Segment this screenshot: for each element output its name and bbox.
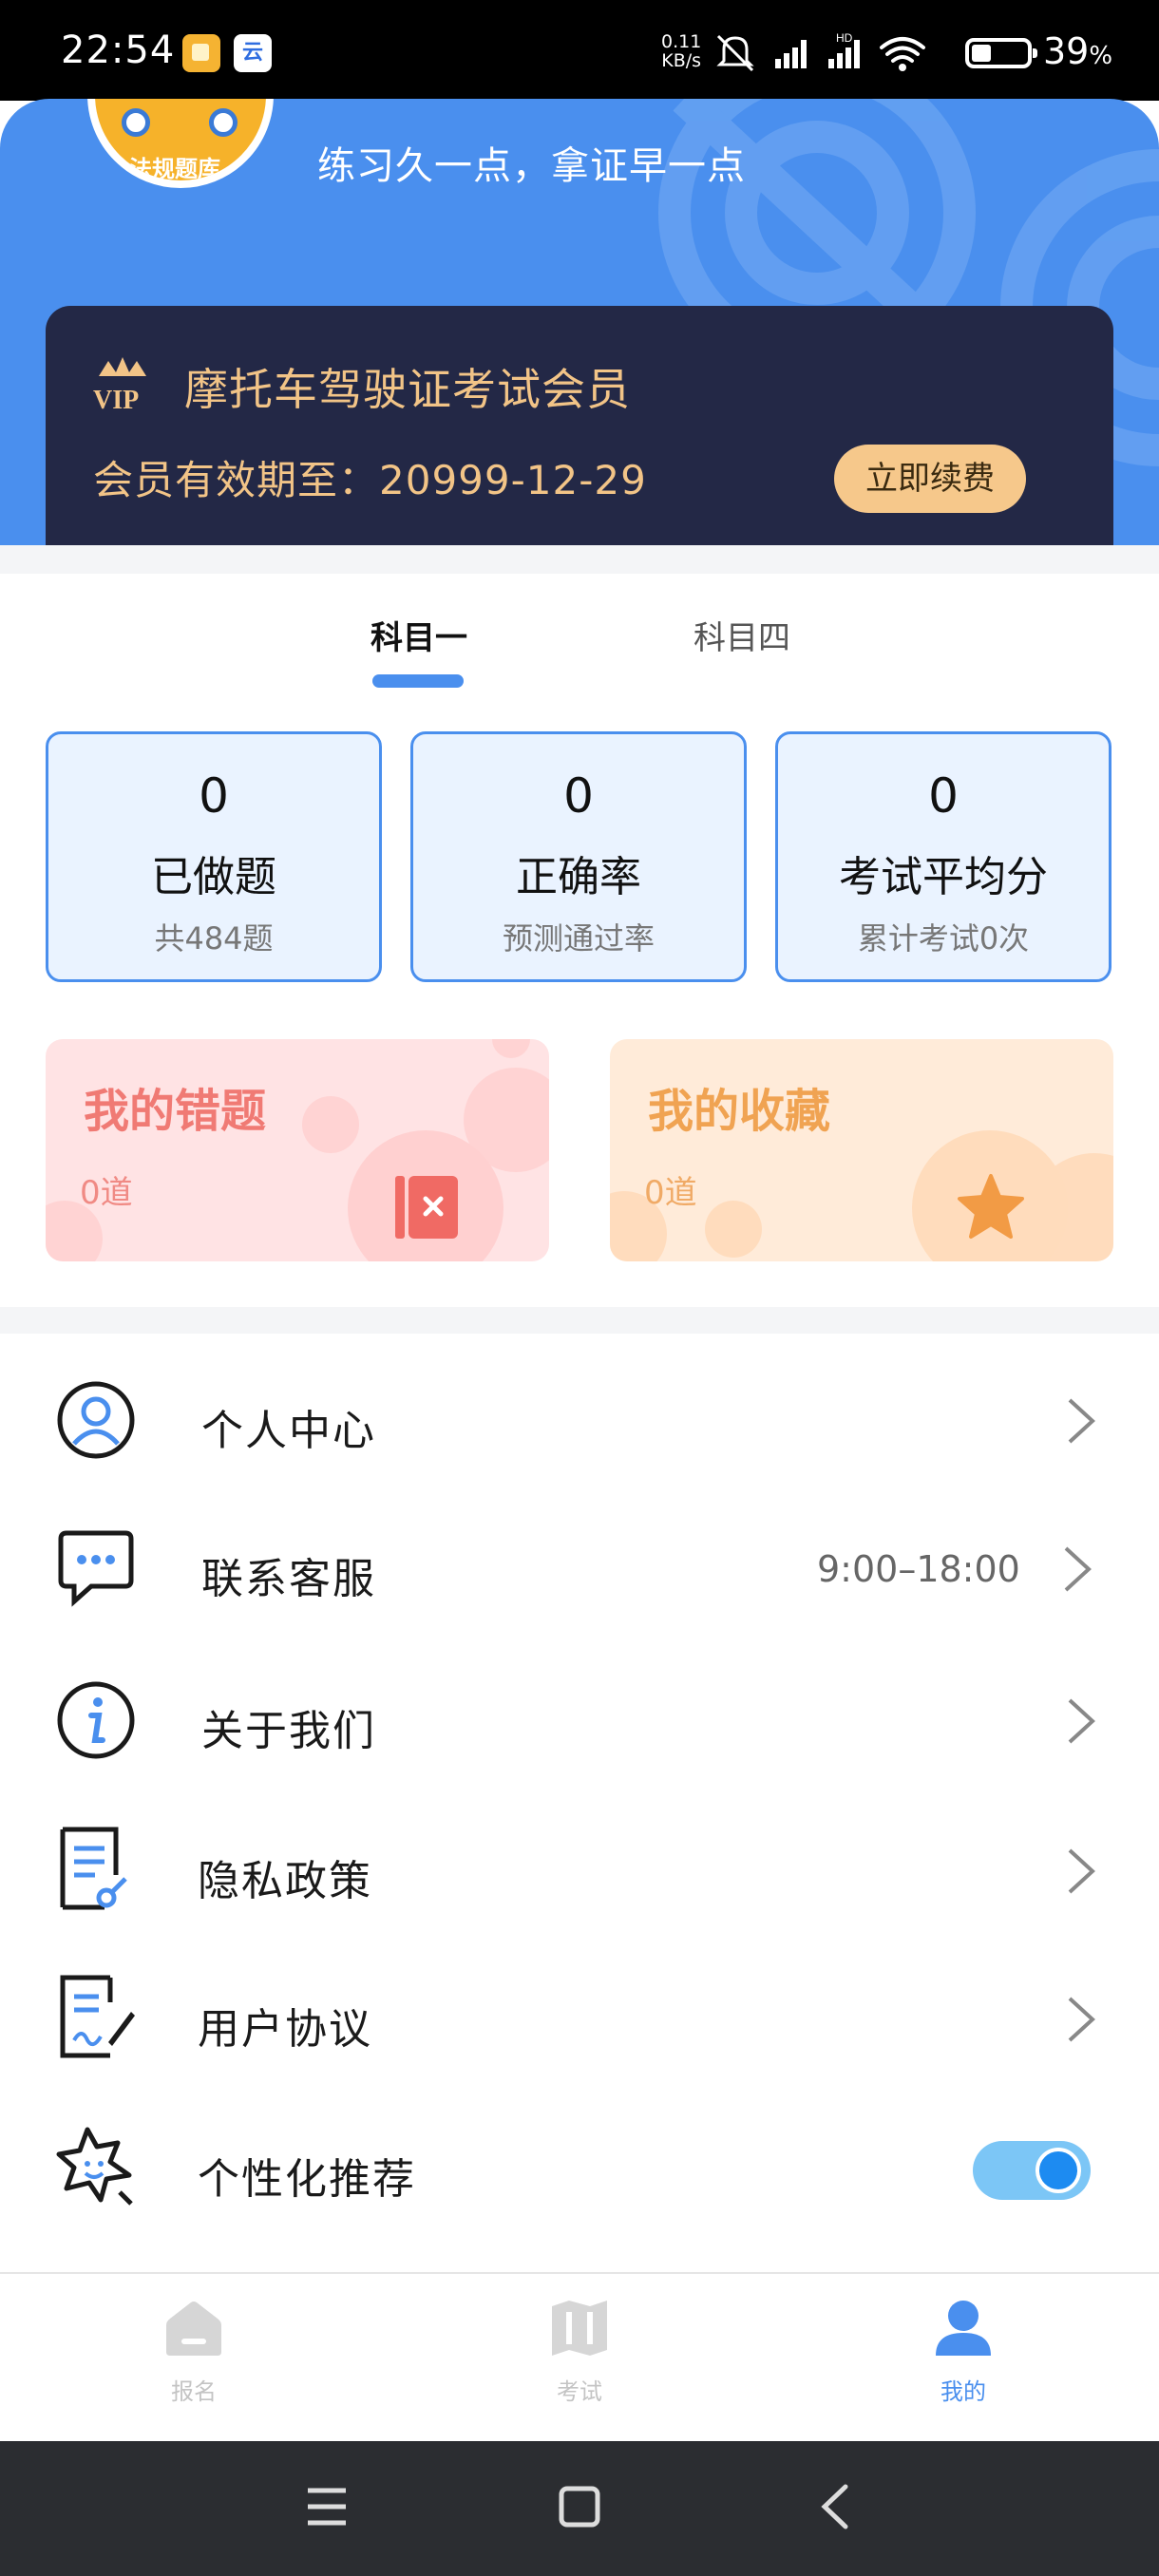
stat-done-label: 已做题 — [151, 853, 276, 901]
stat-average-value: 0 — [928, 768, 959, 824]
document-icon — [60, 1827, 127, 1910]
wifi-icon — [880, 37, 925, 63]
service-hours: 9:00–18:00 — [817, 1548, 1020, 1590]
menu-label: 个人中心 — [201, 1407, 376, 1455]
home-icon — [166, 2301, 221, 2356]
avatar-text: 法规题库 — [129, 156, 220, 182]
stat-accuracy-sub: 预测通过率 — [502, 920, 655, 957]
battery-percent: 39% — [1043, 30, 1113, 72]
vip-expire-date: 20999-12-29 — [379, 457, 647, 503]
chevron-right-icon — [1068, 1398, 1095, 1444]
battery-icon — [965, 38, 1037, 68]
notification-app-icon — [182, 34, 220, 72]
vip-expire: 会员有效期至：20999-12-29 — [93, 448, 647, 506]
stat-average-score[interactable]: 0 考试平均分 累计考试0次 — [775, 731, 1112, 982]
nav-register[interactable]: 报名 — [99, 2297, 289, 2406]
back-icon[interactable] — [815, 2483, 857, 2530]
menu-icon[interactable] — [306, 2483, 348, 2530]
hd-badge: HD — [836, 32, 853, 45]
nav-exam[interactable]: 考试 — [484, 2297, 674, 2406]
status-time: 22:54 — [61, 28, 176, 72]
mute-bell-icon — [716, 34, 754, 72]
wrong-questions-card[interactable]: 我的错题 0道 — [46, 1039, 549, 1261]
nav-label: 我的 — [940, 2378, 986, 2405]
wrong-questions-title: 我的错题 — [84, 1085, 267, 1138]
chevron-right-icon — [1064, 1546, 1092, 1592]
slogan: 练习久一点，拿证早一点 — [317, 144, 746, 188]
system-nav-bar — [0, 2441, 1159, 2576]
vip-crown-icon: VIP — [93, 357, 146, 412]
stat-accuracy[interactable]: 0 正确率 预测通过率 — [410, 731, 747, 982]
avatar[interactable]: 法规题库 — [87, 99, 274, 188]
stat-done[interactable]: 0 已做题 共484题 — [46, 731, 382, 982]
menu-customer-service[interactable]: 联系客服 9:00–18:00 — [0, 1497, 1159, 1639]
nav-label: 报名 — [171, 2378, 217, 2405]
network-speed-value: 0.11 — [661, 31, 702, 52]
favorites-count: 0道 — [644, 1174, 697, 1212]
star-sparkle-icon — [56, 2127, 133, 2206]
tab-subject-one[interactable]: 科目一 — [370, 612, 467, 658]
menu-user-agreement[interactable]: 用户协议 — [0, 1947, 1159, 2090]
chevron-right-icon — [1068, 1848, 1095, 1894]
vip-expire-label: 会员有效期至： — [93, 457, 380, 503]
menu-label: 关于我们 — [201, 1707, 376, 1755]
network-speed-unit: KB/s — [661, 50, 702, 71]
favorites-title: 我的收藏 — [648, 1085, 831, 1138]
renew-button[interactable]: 立即续费 — [834, 445, 1026, 513]
profile-header: 法规题库 练习久一点，拿证早一点 VIP 摩托车驾驶证考试会员 会员有效期至：2… — [0, 99, 1159, 545]
stat-average-sub: 累计考试0次 — [857, 920, 1030, 957]
bottom-nav: 报名 考试 我的 — [0, 2272, 1159, 2441]
menu-personal-center[interactable]: 个人中心 — [0, 1349, 1159, 1491]
network-speed: 0.11 KB/s — [661, 32, 701, 70]
menu-label: 联系客服 — [201, 1555, 376, 1603]
menu-privacy-policy[interactable]: 隐私政策 — [0, 1799, 1159, 1941]
stat-average-label: 考试平均分 — [839, 853, 1048, 901]
section-divider — [0, 1307, 1159, 1334]
menu-label: 个性化推荐 — [198, 2155, 416, 2204]
menu-about-us[interactable]: 关于我们 — [0, 1649, 1159, 1791]
home-button-icon[interactable] — [559, 2483, 600, 2530]
chat-icon — [58, 1530, 134, 1607]
nav-label: 考试 — [557, 2378, 602, 2405]
vip-card: VIP 摩托车驾驶证考试会员 会员有效期至：20999-12-29 立即续费 — [46, 306, 1113, 545]
menu-label: 隐私政策 — [198, 1857, 372, 1905]
stat-accuracy-value: 0 — [563, 768, 594, 824]
agreement-icon — [60, 1975, 135, 2058]
cloud-app-icon: 云 — [234, 34, 272, 72]
stat-accuracy-label: 正确率 — [516, 853, 641, 901]
chevron-right-icon — [1068, 1698, 1095, 1744]
nav-mine[interactable]: 我的 — [868, 2297, 1058, 2406]
tab-indicator — [372, 674, 464, 688]
signal-icons: HD — [716, 32, 925, 72]
section-divider — [0, 545, 1159, 574]
stat-done-sub: 共484题 — [154, 920, 274, 957]
status-bar: 22:54 云 0.11 KB/s HD 39% — [0, 0, 1159, 101]
wrong-questions-count: 0道 — [80, 1174, 133, 1212]
wrong-book-icon — [395, 1176, 458, 1239]
svg-text:VIP: VIP — [93, 386, 139, 412]
tab-subject-four[interactable]: 科目四 — [694, 612, 790, 658]
toggle-knob — [1036, 2148, 1081, 2193]
map-icon — [552, 2301, 607, 2356]
cell-signal-icon — [775, 40, 807, 68]
chevron-right-icon — [1068, 1997, 1095, 2042]
user-icon — [57, 1381, 135, 1459]
subject-tabs: 科目一 科目四 — [0, 574, 1159, 716]
personalized-recommendation-toggle[interactable] — [973, 2141, 1091, 2200]
stat-done-value: 0 — [199, 768, 229, 824]
profile-icon — [936, 2301, 991, 2356]
star-icon — [958, 1174, 1024, 1239]
menu-label: 用户协议 — [198, 2005, 372, 2054]
vip-title: 摩托车驾驶证考试会员 — [184, 364, 631, 415]
favorites-card[interactable]: 我的收藏 0道 — [610, 1039, 1113, 1261]
info-icon — [57, 1681, 135, 1759]
